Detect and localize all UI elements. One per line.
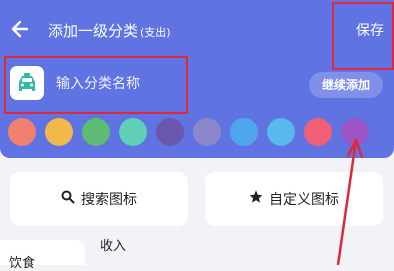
search-icons-button[interactable]: 搜索图标 bbox=[10, 172, 188, 226]
custom-icon-label: 自定义图标 bbox=[269, 192, 339, 208]
sidebar-item-food[interactable]: 饮食 bbox=[0, 240, 85, 271]
color-swatch[interactable] bbox=[45, 118, 73, 146]
highlight-box-name-field bbox=[4, 56, 188, 114]
color-swatch[interactable] bbox=[304, 118, 332, 146]
search-icons-label: 搜索图标 bbox=[81, 192, 137, 208]
color-swatch[interactable] bbox=[156, 118, 184, 146]
sidebar-item-label: 饮食 bbox=[9, 256, 36, 271]
color-swatch[interactable] bbox=[8, 118, 36, 146]
color-swatch[interactable] bbox=[119, 118, 147, 146]
star-icon bbox=[249, 190, 263, 208]
color-swatch[interactable] bbox=[193, 118, 221, 146]
page-title-main: 添加一级分类 bbox=[48, 22, 139, 40]
color-swatch[interactable] bbox=[230, 118, 258, 146]
color-swatch[interactable] bbox=[267, 118, 295, 146]
page-title: 添加一级分类 (支出) bbox=[48, 20, 171, 41]
tab-income[interactable]: 收入 bbox=[100, 235, 126, 254]
back-arrow-icon[interactable] bbox=[10, 18, 32, 40]
custom-icon-button[interactable]: 自定义图标 bbox=[205, 172, 383, 226]
continue-add-button[interactable]: 继续添加 bbox=[309, 72, 383, 98]
highlight-box-save bbox=[332, 2, 394, 70]
page-title-sub: (支出) bbox=[140, 26, 171, 39]
color-swatch[interactable] bbox=[341, 118, 369, 146]
color-swatch[interactable] bbox=[82, 118, 110, 146]
search-icon bbox=[61, 190, 75, 208]
